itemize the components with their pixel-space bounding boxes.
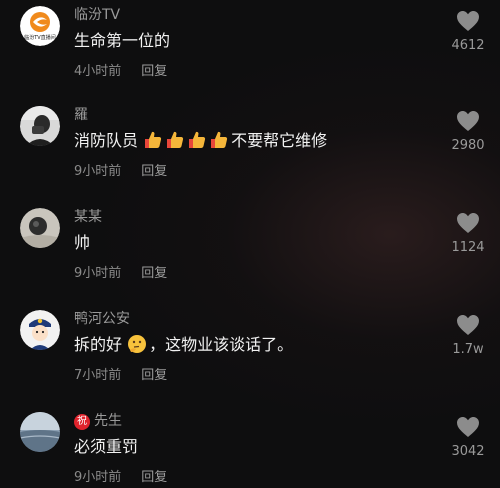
comment-item: 某某 帅 9小时前 回复 1124 xyxy=(0,208,500,306)
like-button[interactable]: 4612 xyxy=(446,10,490,54)
comment-text: 消防队员 不要帮它维修 xyxy=(74,130,327,152)
heart-icon[interactable] xyxy=(446,314,490,336)
blessing-badge-icon: 祝 xyxy=(74,414,90,430)
comment-username[interactable]: 鸭河公安 xyxy=(74,310,130,328)
comment-time: 9小时前 xyxy=(74,164,122,179)
thumbs-up-icon xyxy=(143,130,163,150)
comment-text: 帅 xyxy=(74,233,91,252)
comment-time: 9小时前 xyxy=(74,470,122,485)
comment-meta: 9小时前 回复 xyxy=(74,266,167,282)
like-button[interactable]: 2980 xyxy=(446,110,490,154)
person-photo-avatar-icon[interactable] xyxy=(20,106,60,146)
comment-text: 生命第一位的 xyxy=(74,31,171,50)
police-avatar-icon[interactable] xyxy=(20,310,60,350)
heart-icon[interactable] xyxy=(446,110,490,132)
reply-button[interactable]: 回复 xyxy=(141,470,167,485)
comment-item: 临汾TV直播间 临汾TV 生命第一位的 4小时前 回复 4612 xyxy=(0,6,500,104)
heart-icon[interactable] xyxy=(446,10,490,32)
comment-text-suffix: ，这物业该谈话了。 xyxy=(149,335,294,354)
reply-button[interactable]: 回复 xyxy=(141,164,167,179)
username-label: 先生 xyxy=(94,413,122,429)
linfen-tv-avatar-icon[interactable]: 临汾TV直播间 xyxy=(20,6,60,46)
comment-meta: 4小时前 回复 xyxy=(74,64,167,80)
like-count: 1.7w xyxy=(452,342,484,357)
comment-text: 拆的好 ，这物业该谈话了。 xyxy=(74,334,293,356)
like-button[interactable]: 1124 xyxy=(446,212,490,256)
comment-text-prefix: 拆的好 xyxy=(74,335,123,354)
comment-time: 4小时前 xyxy=(74,64,122,79)
comment-item: 祝先生 必须重罚 9小时前 回复 3042 xyxy=(0,412,500,488)
landscape-photo-avatar-icon[interactable] xyxy=(20,412,60,452)
svg-text:临汾TV直播间: 临汾TV直播间 xyxy=(24,34,55,41)
comment-time: 9小时前 xyxy=(74,266,122,281)
comment-username[interactable]: 羅 xyxy=(74,106,88,124)
like-count: 1124 xyxy=(451,240,485,255)
like-button[interactable]: 1.7w xyxy=(446,314,490,358)
thumbs-up-icon xyxy=(165,130,185,150)
reply-button[interactable]: 回复 xyxy=(141,64,167,79)
thinking-face-icon xyxy=(127,334,147,354)
reply-button[interactable]: 回复 xyxy=(141,266,167,281)
heart-icon[interactable] xyxy=(446,212,490,234)
moon-photo-avatar-icon[interactable] xyxy=(20,208,60,248)
comment-username[interactable]: 某某 xyxy=(74,208,102,226)
comment-meta: 9小时前 回复 xyxy=(74,164,167,180)
comment-text-suffix: 不要帮它维修 xyxy=(231,131,328,150)
comment-username[interactable]: 临汾TV xyxy=(74,6,120,24)
heart-icon[interactable] xyxy=(446,416,490,438)
comment-meta: 9小时前 回复 xyxy=(74,470,167,486)
comment-text: 必须重罚 xyxy=(74,437,139,456)
reply-button[interactable]: 回复 xyxy=(141,368,167,383)
comment-item: 羅 消防队员 不要帮它维修 9小时前 回复 2980 xyxy=(0,106,500,204)
comment-time: 7小时前 xyxy=(74,368,122,383)
thumbs-up-icon xyxy=(187,130,207,150)
comment-meta: 7小时前 回复 xyxy=(74,368,167,384)
comment-item: 鸭河公安 拆的好 ，这物业该谈话了。 7小时前 回复 1.7w xyxy=(0,310,500,408)
like-count: 4612 xyxy=(451,38,485,53)
comment-text-prefix: 消防队员 xyxy=(74,131,139,150)
like-count: 3042 xyxy=(451,444,485,459)
like-button[interactable]: 3042 xyxy=(446,416,490,460)
like-count: 2980 xyxy=(451,138,485,153)
thumbs-up-icon xyxy=(209,130,229,150)
comment-username[interactable]: 祝先生 xyxy=(74,412,122,430)
